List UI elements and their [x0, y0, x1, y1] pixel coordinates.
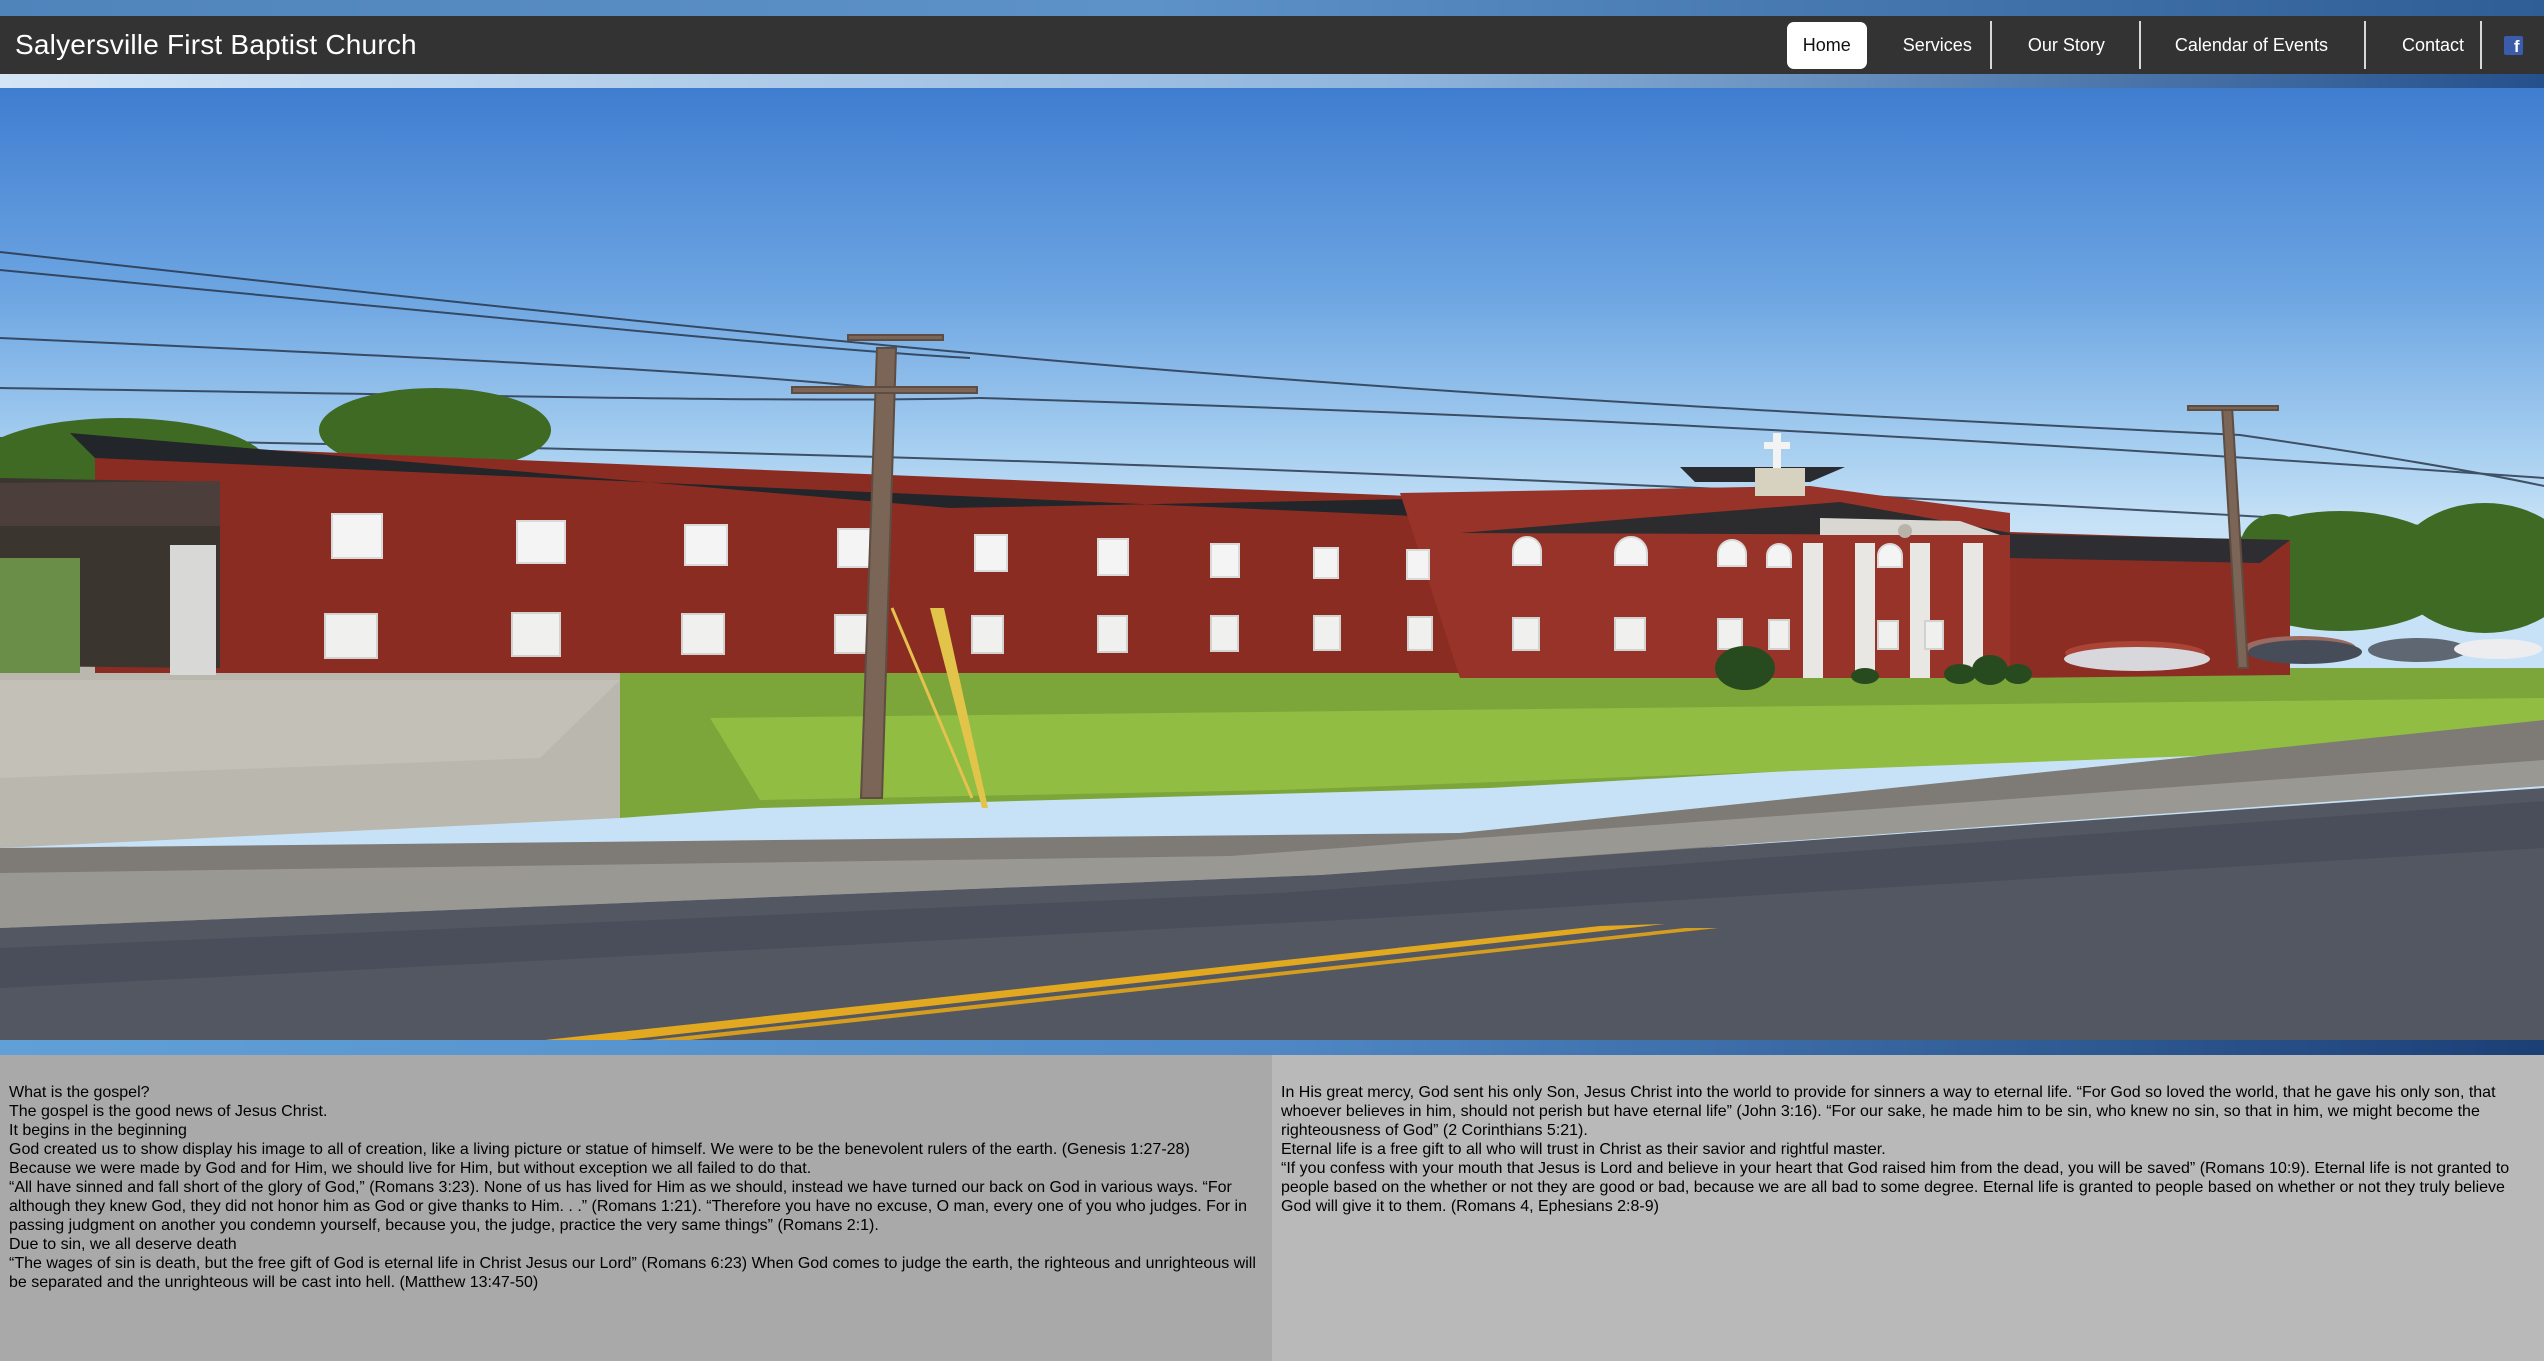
gospel-definition: The gospel is the good news of Jesus Chr… [9, 1103, 328, 1120]
main-nav: Home Services Our Story Calendar of Even… [1786, 16, 2544, 74]
gospel-beginning: It begins in the beginning [9, 1122, 187, 1139]
gospel-purpose: Because we were made by God and for Him,… [9, 1160, 812, 1177]
facebook-icon: f [2503, 35, 2523, 55]
gospel-question: What is the gospel? [9, 1084, 150, 1101]
gospel-sin-paragraph: “All have sinned and fall short of the g… [9, 1179, 1247, 1234]
nav-services[interactable]: Services [1885, 21, 1992, 69]
nav-contact[interactable]: Contact [2366, 21, 2482, 69]
gospel-death: Due to sin, we all deserve death [9, 1236, 237, 1253]
gospel-creation: God created us to show display his image… [9, 1141, 1190, 1158]
nav-our-story[interactable]: Our Story [1992, 21, 2141, 69]
church-photo-illustration [0, 251, 2544, 1040]
site-title[interactable]: Salyersville First Baptist Church [15, 29, 417, 61]
top-accent-strip [0, 0, 2544, 16]
gospel-mercy: In His great mercy, God sent his only So… [1281, 1084, 2496, 1139]
hero-top-band [0, 74, 2544, 88]
gospel-confession: “If you confess with your mouth that Jes… [1281, 1160, 2510, 1215]
gospel-content: What is the gospel? The gospel is the go… [0, 1055, 2544, 1361]
gospel-free-gift: Eternal life is a free gift to all who w… [1281, 1141, 1886, 1158]
facebook-link[interactable]: f [2482, 21, 2544, 69]
nav-home[interactable]: Home [1786, 21, 1867, 69]
gospel-wages-of-sin: “The wages of sin is death, but the free… [9, 1255, 1256, 1291]
gospel-column-left: What is the gospel? The gospel is the go… [0, 1055, 1272, 1361]
nav-calendar-of-events[interactable]: Calendar of Events [2141, 21, 2366, 69]
gospel-column-right: In His great mercy, God sent his only So… [1272, 1055, 2544, 1361]
navbar: Salyersville First Baptist Church Home S… [0, 16, 2544, 74]
hero-bottom-band [0, 1040, 2544, 1055]
hero-image [0, 88, 2544, 1040]
